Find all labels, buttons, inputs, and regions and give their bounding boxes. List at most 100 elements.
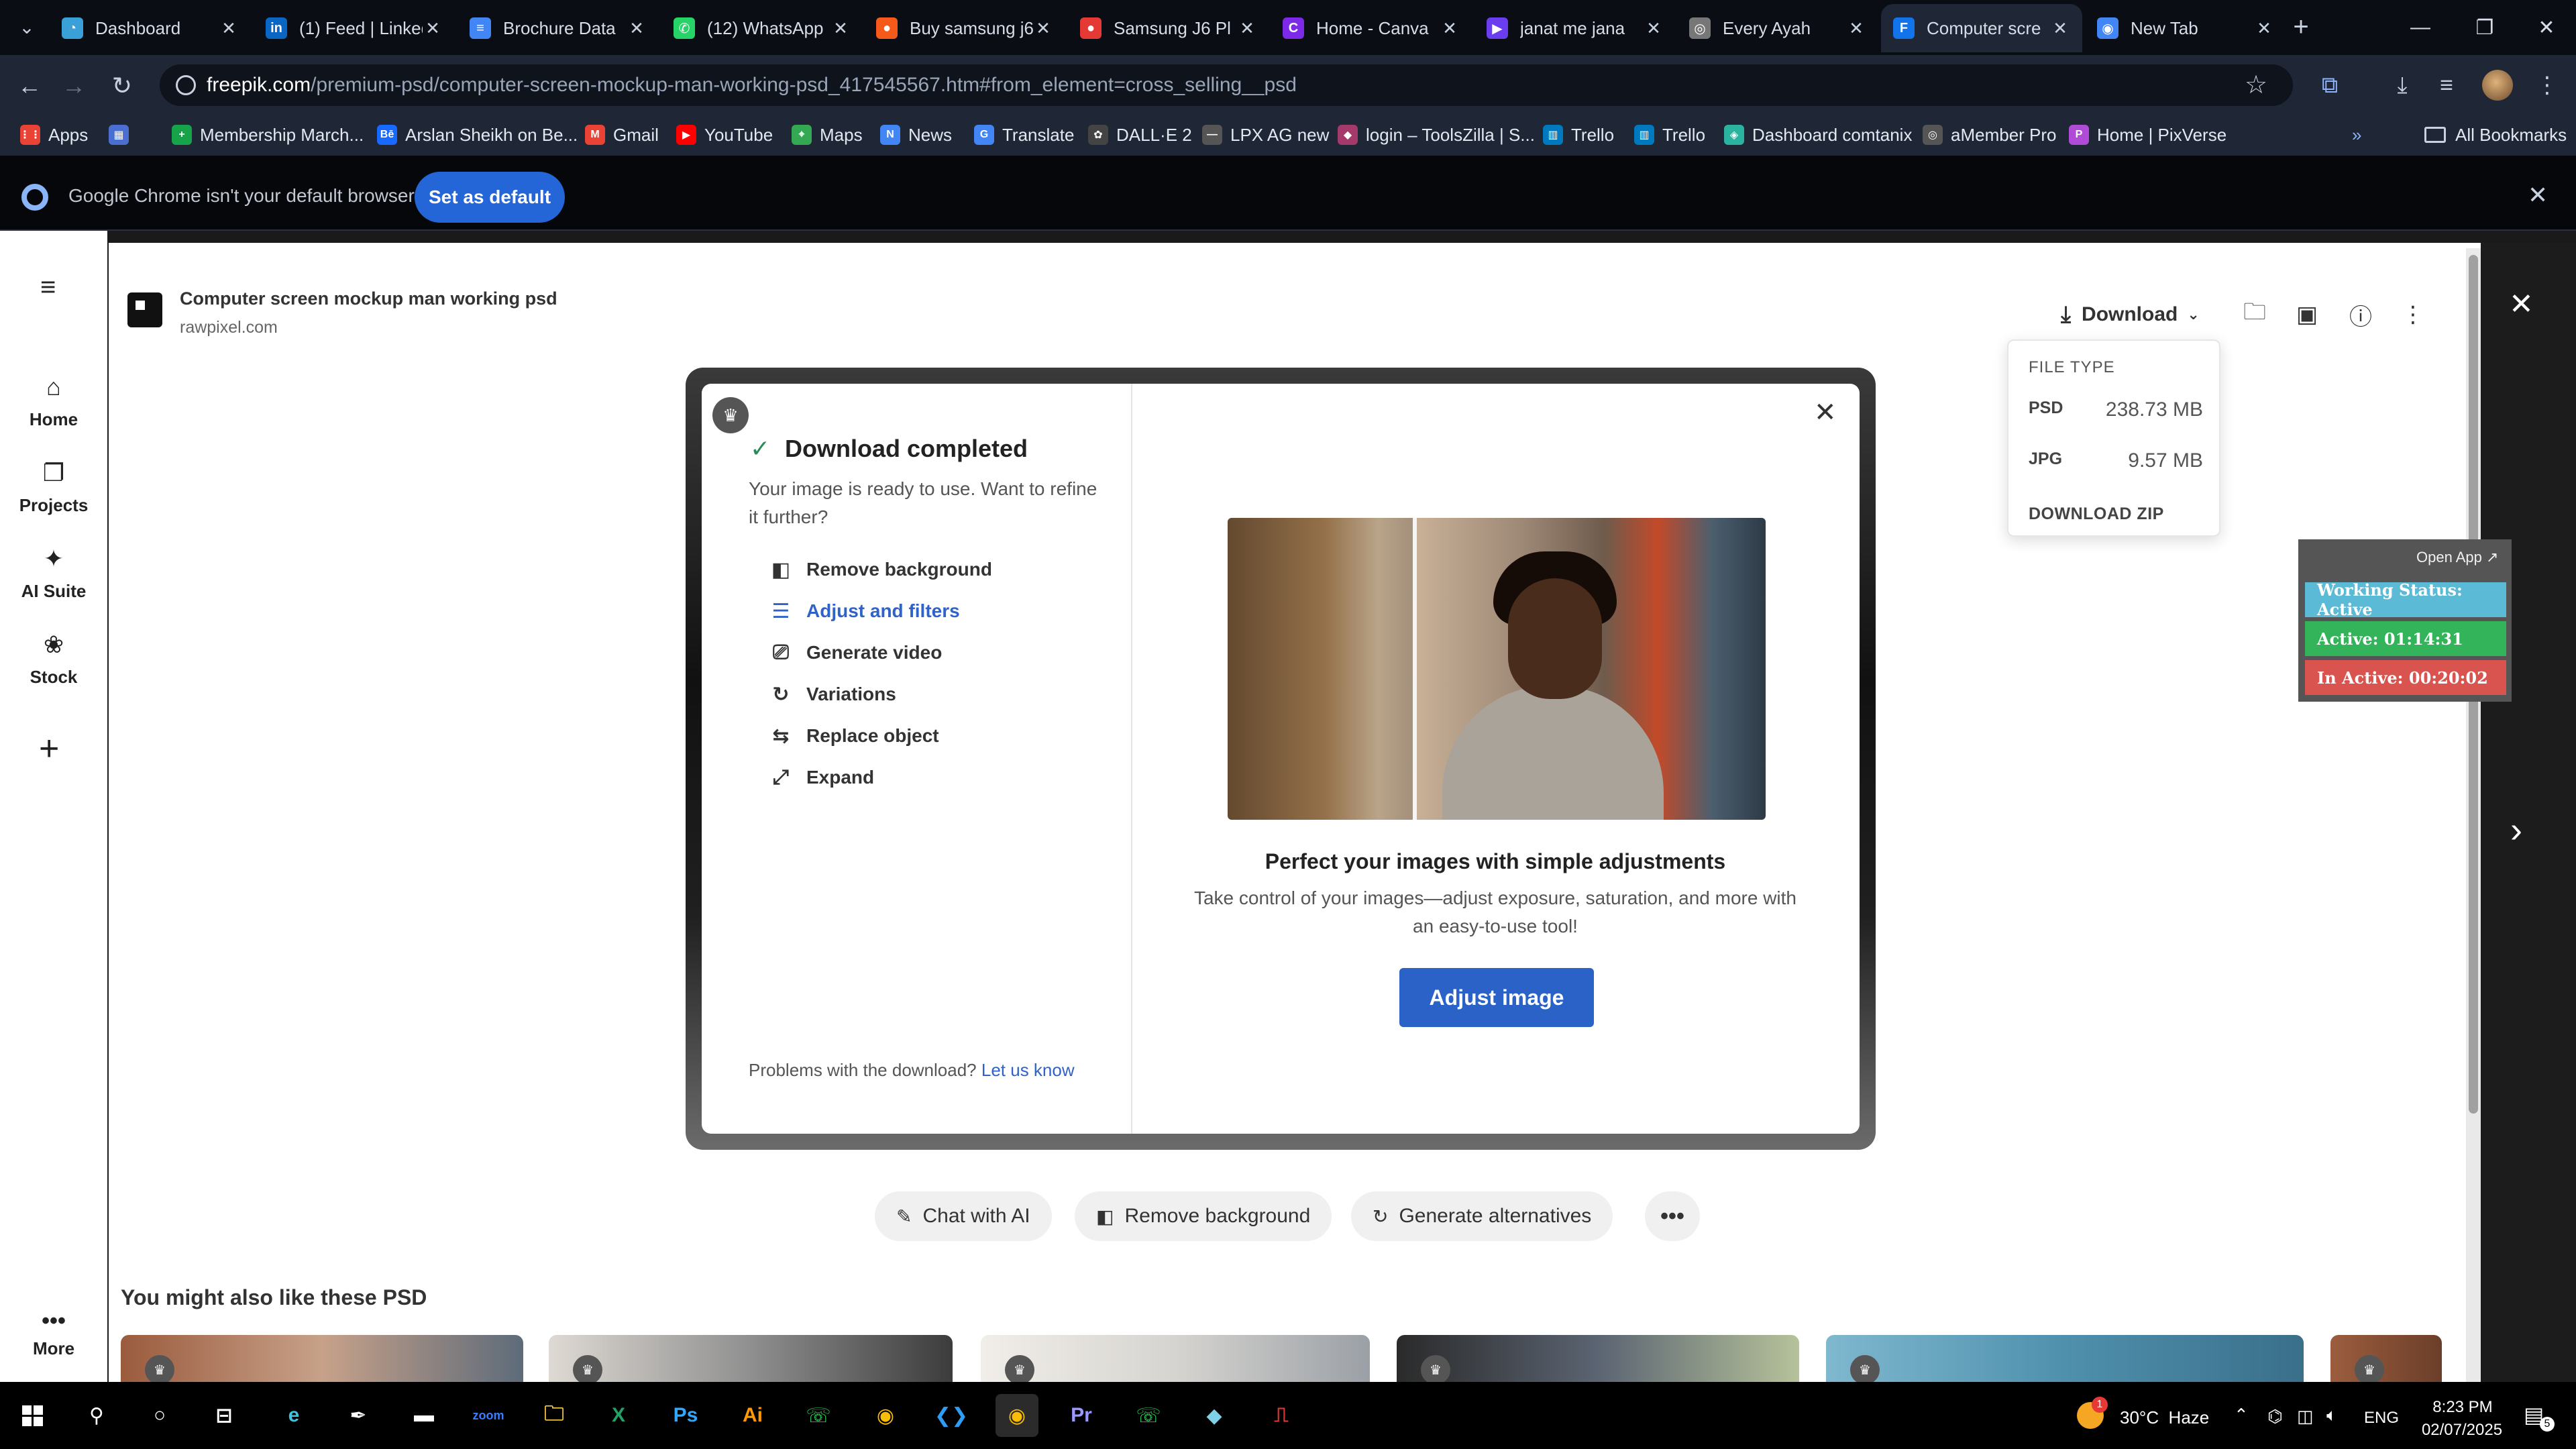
phone-app-icon[interactable]: ☏ bbox=[1127, 1394, 1170, 1437]
bookmark-item[interactable]: ◈ Dashboard comtanix bbox=[1724, 119, 1912, 150]
tab-close-icon[interactable]: ✕ bbox=[219, 18, 239, 39]
sidebar-item-home[interactable]: ⌂ Home bbox=[0, 373, 107, 430]
downloads-icon[interactable]: ⤓ bbox=[2384, 67, 2420, 103]
vscode-icon[interactable]: ❮❯ bbox=[930, 1394, 973, 1437]
zoom-icon[interactable]: zoom bbox=[467, 1394, 510, 1437]
tab-1[interactable]: in (1) Feed | LinkedIn✕ bbox=[254, 4, 455, 52]
more-actions-button[interactable]: ••• bbox=[1645, 1191, 1700, 1241]
bookmark-item[interactable]: ⋮⋮ Apps bbox=[19, 119, 88, 150]
modal-option-remove-background[interactable]: ◧ Remove background bbox=[769, 554, 992, 585]
bookmark-item[interactable]: ⌖ Maps bbox=[792, 119, 863, 150]
tray-chevron-icon[interactable]: ⌃ bbox=[2234, 1405, 2249, 1426]
file-option-psd[interactable]: PSD 238.73 MB bbox=[2029, 398, 2203, 421]
excel-icon[interactable]: X bbox=[597, 1394, 640, 1437]
tab-7[interactable]: ▶ janat me jana ✕ bbox=[1474, 4, 1676, 52]
download-zip-option[interactable]: DOWNLOAD ZIP bbox=[2029, 504, 2164, 524]
weather-text[interactable]: 30°C Haze bbox=[2120, 1407, 2209, 1428]
search-icon[interactable]: ⚲ bbox=[75, 1394, 118, 1437]
bookmark-item[interactable]: ▦ bbox=[109, 119, 137, 150]
comparison-split-handle[interactable] bbox=[1413, 518, 1417, 820]
app-diamond-icon[interactable]: ◆ bbox=[1193, 1394, 1236, 1437]
tab-6[interactable]: C Home - Canva ✕ bbox=[1271, 4, 1472, 52]
bookmark-item[interactable]: ✿ DALL·E 2 bbox=[1088, 119, 1192, 150]
hamburger-menu-icon[interactable]: ≡ bbox=[40, 272, 56, 303]
file-option-jpg[interactable]: JPG 9.57 MB bbox=[2029, 449, 2203, 472]
infobar-close-icon[interactable]: ✕ bbox=[2528, 181, 2548, 209]
tab-close-icon[interactable]: ✕ bbox=[830, 18, 851, 39]
photoshop-icon[interactable]: Ps bbox=[664, 1394, 707, 1437]
new-tab-button[interactable]: + bbox=[2286, 12, 2316, 42]
acrobat-icon[interactable]: ⎍ bbox=[1260, 1394, 1303, 1437]
tab-4[interactable]: ● Buy samsung j6 ✕ bbox=[864, 4, 1065, 52]
related-thumbnail[interactable]: ♛ bbox=[1826, 1335, 2304, 1382]
related-thumbnail[interactable]: ♛ bbox=[1397, 1335, 1799, 1382]
bookmark-item[interactable]: ▶ YouTube bbox=[676, 119, 773, 150]
bookmark-item[interactable]: ◎ aMember Pro bbox=[1923, 119, 2057, 150]
tab-close-icon[interactable]: ✕ bbox=[1237, 18, 1257, 39]
chrome-icon[interactable]: ◉ bbox=[864, 1394, 907, 1437]
tab-3[interactable]: ✆ (12) WhatsApp ✕ bbox=[661, 4, 863, 52]
bookmark-item[interactable]: G Translate bbox=[974, 119, 1074, 150]
terminal-icon[interactable]: ▬ bbox=[402, 1394, 445, 1437]
tab-close-icon[interactable]: ✕ bbox=[2050, 18, 2070, 39]
tab-0[interactable]: ◔ Dashboard ✕ bbox=[50, 4, 251, 52]
bookmark-item[interactable]: ▥ Trello bbox=[1634, 119, 1705, 150]
language-indicator[interactable]: ENG bbox=[2364, 1409, 2399, 1428]
remove-background-button[interactable]: ◧ Remove background bbox=[1075, 1191, 1332, 1241]
chat-with-ai-button[interactable]: ✎ Chat with AI bbox=[875, 1191, 1052, 1241]
bookmark-item[interactable]: P Home | PixVerse bbox=[2069, 119, 2226, 150]
modal-close-icon[interactable]: ✕ bbox=[1814, 397, 1837, 428]
sidebar-item-ai-suite[interactable]: ✦ AI Suite bbox=[0, 545, 107, 602]
tab-close-icon[interactable]: ✕ bbox=[627, 18, 647, 39]
minimize-button[interactable]: — bbox=[2388, 0, 2453, 55]
site-info-icon[interactable] bbox=[176, 75, 196, 95]
network-icon[interactable]: ⌬ bbox=[2267, 1406, 2283, 1427]
resource-author[interactable]: rawpixel.com bbox=[180, 318, 278, 337]
tab-close-icon[interactable]: ✕ bbox=[1033, 18, 1053, 39]
tab-search-chevron-icon[interactable]: ⌄ bbox=[12, 12, 42, 42]
next-arrow-icon[interactable]: › bbox=[2510, 809, 2522, 851]
tab-2[interactable]: ≡ Brochure Data ✕ bbox=[458, 4, 659, 52]
add-plus-icon[interactable]: + bbox=[39, 729, 59, 769]
profile-avatar[interactable] bbox=[2482, 70, 2513, 101]
forward-arrow-icon[interactable]: → bbox=[58, 70, 90, 102]
extension-icon[interactable]: ⧉ bbox=[2312, 67, 2348, 103]
pen-tool-icon[interactable]: ✒ bbox=[337, 1394, 380, 1437]
tab-close-icon[interactable]: ✕ bbox=[1644, 18, 1664, 39]
add-to-collection-icon[interactable]: 🗀 bbox=[2238, 298, 2271, 331]
illustrator-icon[interactable]: Ai bbox=[731, 1394, 774, 1437]
cortana-icon[interactable]: ○ bbox=[138, 1394, 181, 1437]
tab-5[interactable]: ● Samsung J6 Pl ✕ bbox=[1068, 4, 1269, 52]
related-thumbnail[interactable]: ♛ bbox=[121, 1335, 523, 1382]
volume-icon[interactable]: 🔈︎ bbox=[2326, 1405, 2337, 1426]
premiere-icon[interactable]: Pr bbox=[1060, 1394, 1103, 1437]
wifi-icon[interactable]: ◫ bbox=[2297, 1406, 2314, 1427]
tab-9[interactable]: F Computer scre ✕ bbox=[1881, 4, 2082, 52]
file-explorer-icon[interactable]: 🗀 bbox=[533, 1394, 576, 1437]
clock-date[interactable]: 02/07/2025 bbox=[2415, 1421, 2509, 1440]
sidebar-more[interactable]: ••• More bbox=[0, 1308, 107, 1359]
phone-app-icon[interactable]: ☏ bbox=[797, 1394, 840, 1437]
address-bar[interactable]: freepik.com/premium-psd/computer-screen-… bbox=[160, 64, 2293, 106]
more-bookmarks-chevron-icon[interactable]: » bbox=[2352, 119, 2361, 150]
info-icon[interactable]: ⓘ bbox=[2344, 298, 2377, 331]
bookmark-item[interactable]: — LPX AG new bbox=[1202, 119, 1329, 150]
tab-close-icon[interactable]: ✕ bbox=[1440, 18, 1460, 39]
generate-alternatives-button[interactable]: ↻ Generate alternatives bbox=[1351, 1191, 1613, 1241]
viewer-close-icon[interactable]: ✕ bbox=[2509, 287, 2534, 321]
related-thumbnail[interactable]: ♛ bbox=[2330, 1335, 2442, 1382]
tab-close-icon[interactable]: ✕ bbox=[423, 18, 443, 39]
windows-start-icon[interactable] bbox=[11, 1394, 54, 1437]
open-app-link[interactable]: Open App ↗ bbox=[2416, 549, 2498, 566]
modal-option-adjust-and-filters[interactable]: ☰ Adjust and filters bbox=[769, 596, 960, 627]
tab-8[interactable]: ◎ Every Ayah ✕ bbox=[1677, 4, 1878, 52]
chrome-menu-icon[interactable]: ⋮ bbox=[2529, 67, 2565, 103]
sidebar-item-stock[interactable]: ❀ Stock bbox=[0, 631, 107, 688]
tab-close-icon[interactable]: ✕ bbox=[2254, 18, 2274, 39]
window-close-button[interactable]: ✕ bbox=[2517, 0, 2576, 55]
sidebar-item-projects[interactable]: ❐ Projects bbox=[0, 459, 107, 516]
bookmark-item[interactable]: ◆ login – ToolsZilla | S... bbox=[1338, 119, 1535, 150]
edit-image-icon[interactable]: ▣ bbox=[2290, 298, 2324, 331]
bookmark-item[interactable]: Bē Arslan Sheikh on Be... bbox=[377, 119, 578, 150]
download-button[interactable]: ⤓ Download ⌄ bbox=[2061, 298, 2200, 331]
